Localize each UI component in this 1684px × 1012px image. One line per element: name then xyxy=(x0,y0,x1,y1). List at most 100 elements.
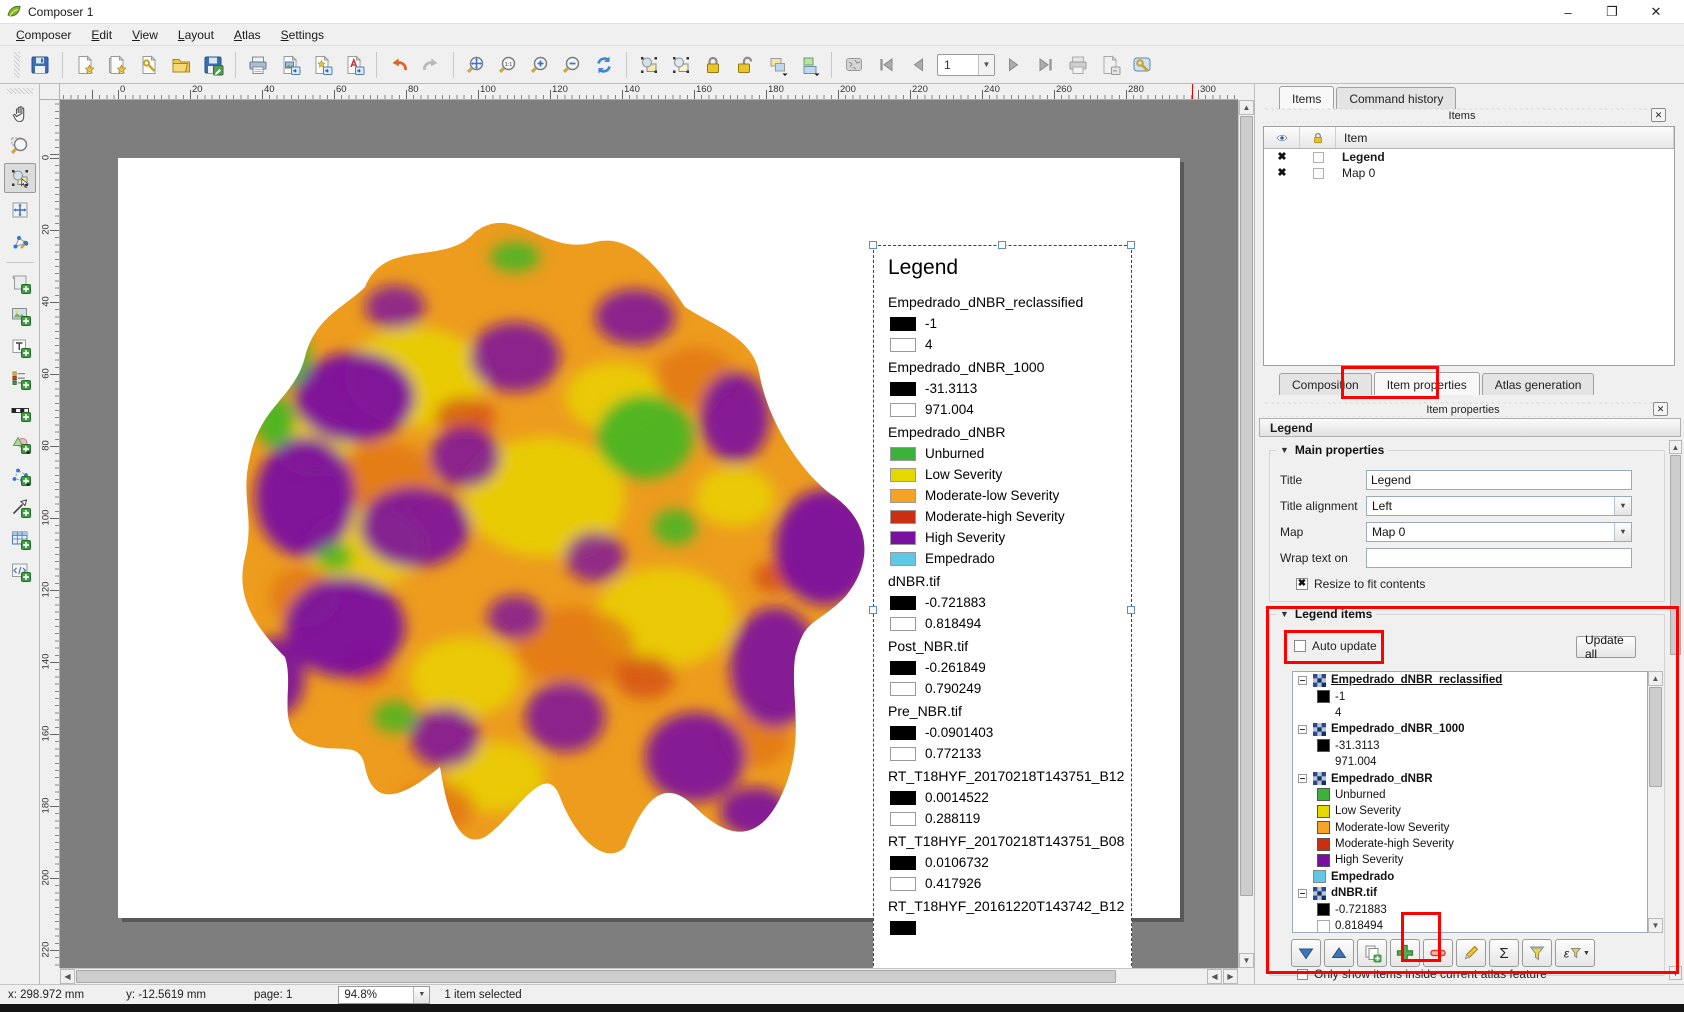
add-legend-icon[interactable] xyxy=(4,364,36,394)
tab-command-history[interactable]: Command history xyxy=(1336,87,1456,109)
close-icon[interactable]: ✕ xyxy=(1634,0,1678,24)
menu-view[interactable]: View xyxy=(122,26,168,44)
close-icon[interactable]: ✕ xyxy=(1651,108,1666,122)
redo-icon[interactable] xyxy=(416,50,446,80)
table-row[interactable]: ✖Map 0 xyxy=(1264,165,1674,181)
legend-item[interactable]: Legend Empedrado_dNBR_reclassified-14Emp… xyxy=(873,245,1132,968)
select-move-item-icon[interactable] xyxy=(4,163,36,193)
tree-item[interactable]: dNBR.tif xyxy=(1293,885,1647,901)
add-nodes-shape-icon[interactable] xyxy=(4,460,36,490)
canvas-vertical-scrollbar[interactable]: ▲ ▼ xyxy=(1238,100,1254,968)
tree-item[interactable]: Unburned xyxy=(1293,787,1647,803)
chevron-down-icon[interactable]: ▼ xyxy=(1614,523,1631,541)
tree-item[interactable]: -31.3113 xyxy=(1293,738,1647,754)
chevron-down-icon[interactable]: ▼ xyxy=(1614,497,1631,515)
zoom-full-icon[interactable] xyxy=(461,50,491,80)
add-attribute-table-icon[interactable] xyxy=(4,524,36,554)
tree-item[interactable]: -0.721883 xyxy=(1293,901,1647,917)
table-row[interactable]: ✖Legend xyxy=(1264,149,1674,165)
atlas-first-icon[interactable] xyxy=(871,50,901,80)
add-map-icon[interactable] xyxy=(4,268,36,298)
selection-handle[interactable] xyxy=(1127,606,1135,614)
open-icon[interactable] xyxy=(166,50,196,80)
filter-button[interactable] xyxy=(1522,939,1552,967)
atlas-next-icon[interactable] xyxy=(999,50,1029,80)
tree-scrollbar[interactable]: ▲ ▼ xyxy=(1648,671,1664,933)
tree-expander-icon[interactable] xyxy=(1298,889,1307,898)
auto-update-checkbox[interactable] xyxy=(1294,640,1306,652)
lock-items-icon[interactable] xyxy=(698,50,728,80)
composition-manager-icon[interactable] xyxy=(134,50,164,80)
menu-composer[interactable]: Composer xyxy=(6,26,81,44)
atlas-preview-icon[interactable] xyxy=(839,50,869,80)
canvas-horizontal-scrollbar[interactable]: ◀ ◀ ▶ xyxy=(60,968,1238,984)
export-pdf-icon[interactable] xyxy=(339,50,369,80)
edit-nodes-item-icon[interactable] xyxy=(4,227,36,257)
add-item-button[interactable] xyxy=(1390,939,1420,967)
tree-item[interactable]: Empedrado_dNBR_1000 xyxy=(1293,721,1647,737)
selection-handle[interactable] xyxy=(869,241,877,249)
legend-items-tree[interactable]: Empedrado_dNBR_reclassified-14Empedrado_… xyxy=(1292,671,1648,933)
tree-item[interactable]: Moderate-low Severity xyxy=(1293,820,1647,836)
tab-composition[interactable]: Composition xyxy=(1279,373,1372,395)
raise-items-icon[interactable] xyxy=(762,50,792,80)
minimize-icon[interactable]: – xyxy=(1546,0,1590,24)
export-svg-icon[interactable] xyxy=(307,50,337,80)
menu-atlas[interactable]: Atlas xyxy=(224,26,271,44)
tab-atlas-generation[interactable]: Atlas generation xyxy=(1482,373,1595,395)
tree-expander-icon[interactable] xyxy=(1298,774,1307,783)
atlas-prev-icon[interactable] xyxy=(903,50,933,80)
title-alignment-select[interactable]: Left ▼ xyxy=(1366,496,1632,516)
tree-expander-icon[interactable] xyxy=(1298,676,1307,685)
tab-item-properties[interactable]: Item properties xyxy=(1374,372,1480,395)
add-arrow-icon[interactable] xyxy=(4,492,36,522)
chevron-down-icon[interactable]: ▼ xyxy=(978,55,994,75)
tree-item[interactable]: Empedrado_dNBR xyxy=(1293,770,1647,786)
close-icon[interactable]: ✕ xyxy=(1653,402,1668,416)
add-shape-icon[interactable] xyxy=(4,428,36,458)
export-atlas-icon[interactable] xyxy=(1095,50,1125,80)
remove-item-button[interactable] xyxy=(1423,939,1453,967)
zoom-level-select[interactable]: 94.8% ▼ xyxy=(338,986,430,1004)
selection-handle[interactable] xyxy=(1127,241,1135,249)
resize-checkbox[interactable]: ✖ xyxy=(1296,578,1308,590)
title-input[interactable] xyxy=(1366,470,1632,490)
sum-button[interactable]: Σ xyxy=(1489,939,1519,967)
composition-canvas[interactable]: Legend Empedrado_dNBR_reclassified-14Emp… xyxy=(60,100,1238,968)
collapse-arrow-icon[interactable]: ▼ xyxy=(1280,445,1289,455)
update-all-button[interactable]: Update all xyxy=(1576,636,1636,658)
selection-handle[interactable] xyxy=(869,606,877,614)
tree-item[interactable]: 4 xyxy=(1293,705,1647,721)
visibility-checkbox[interactable]: ✖ xyxy=(1277,152,1286,162)
menu-settings[interactable]: Settings xyxy=(271,26,334,44)
menu-edit[interactable]: Edit xyxy=(81,26,122,44)
move-up-button[interactable] xyxy=(1324,939,1354,967)
zoom-out-icon[interactable] xyxy=(557,50,587,80)
undo-icon[interactable] xyxy=(384,50,414,80)
zoom-icon[interactable] xyxy=(4,131,36,161)
wrap-text-input[interactable] xyxy=(1366,548,1632,568)
save-icon[interactable] xyxy=(25,50,55,80)
save-as-icon[interactable] xyxy=(198,50,228,80)
duplicate-composition-icon[interactable] xyxy=(102,50,132,80)
print-atlas-icon[interactable] xyxy=(1063,50,1093,80)
print-icon[interactable] xyxy=(243,50,273,80)
edit-item-button[interactable] xyxy=(1456,939,1486,967)
expression-filter-button[interactable]: ε▼ xyxy=(1555,939,1595,967)
zoom-1-1-icon[interactable]: 1:1 xyxy=(493,50,523,80)
add-image-icon[interactable] xyxy=(4,300,36,330)
tree-item[interactable]: Low Severity xyxy=(1293,803,1647,819)
tree-item[interactable]: Moderate-high Severity xyxy=(1293,836,1647,852)
lock-checkbox[interactable] xyxy=(1313,152,1324,163)
align-items-icon[interactable] xyxy=(794,50,824,80)
tree-item[interactable]: 971.004 xyxy=(1293,754,1647,770)
tree-item[interactable]: -1 xyxy=(1293,688,1647,704)
tree-item[interactable]: Empedrado xyxy=(1293,869,1647,885)
panel-scrollbar[interactable]: ▲ ▼ xyxy=(1669,440,1683,980)
pan-icon[interactable] xyxy=(4,99,36,129)
visibility-checkbox[interactable]: ✖ xyxy=(1277,168,1286,178)
zoom-in-icon[interactable] xyxy=(525,50,555,80)
new-composition-icon[interactable] xyxy=(70,50,100,80)
atlas-settings-icon[interactable] xyxy=(1127,50,1157,80)
menu-layout[interactable]: Layout xyxy=(168,26,224,44)
